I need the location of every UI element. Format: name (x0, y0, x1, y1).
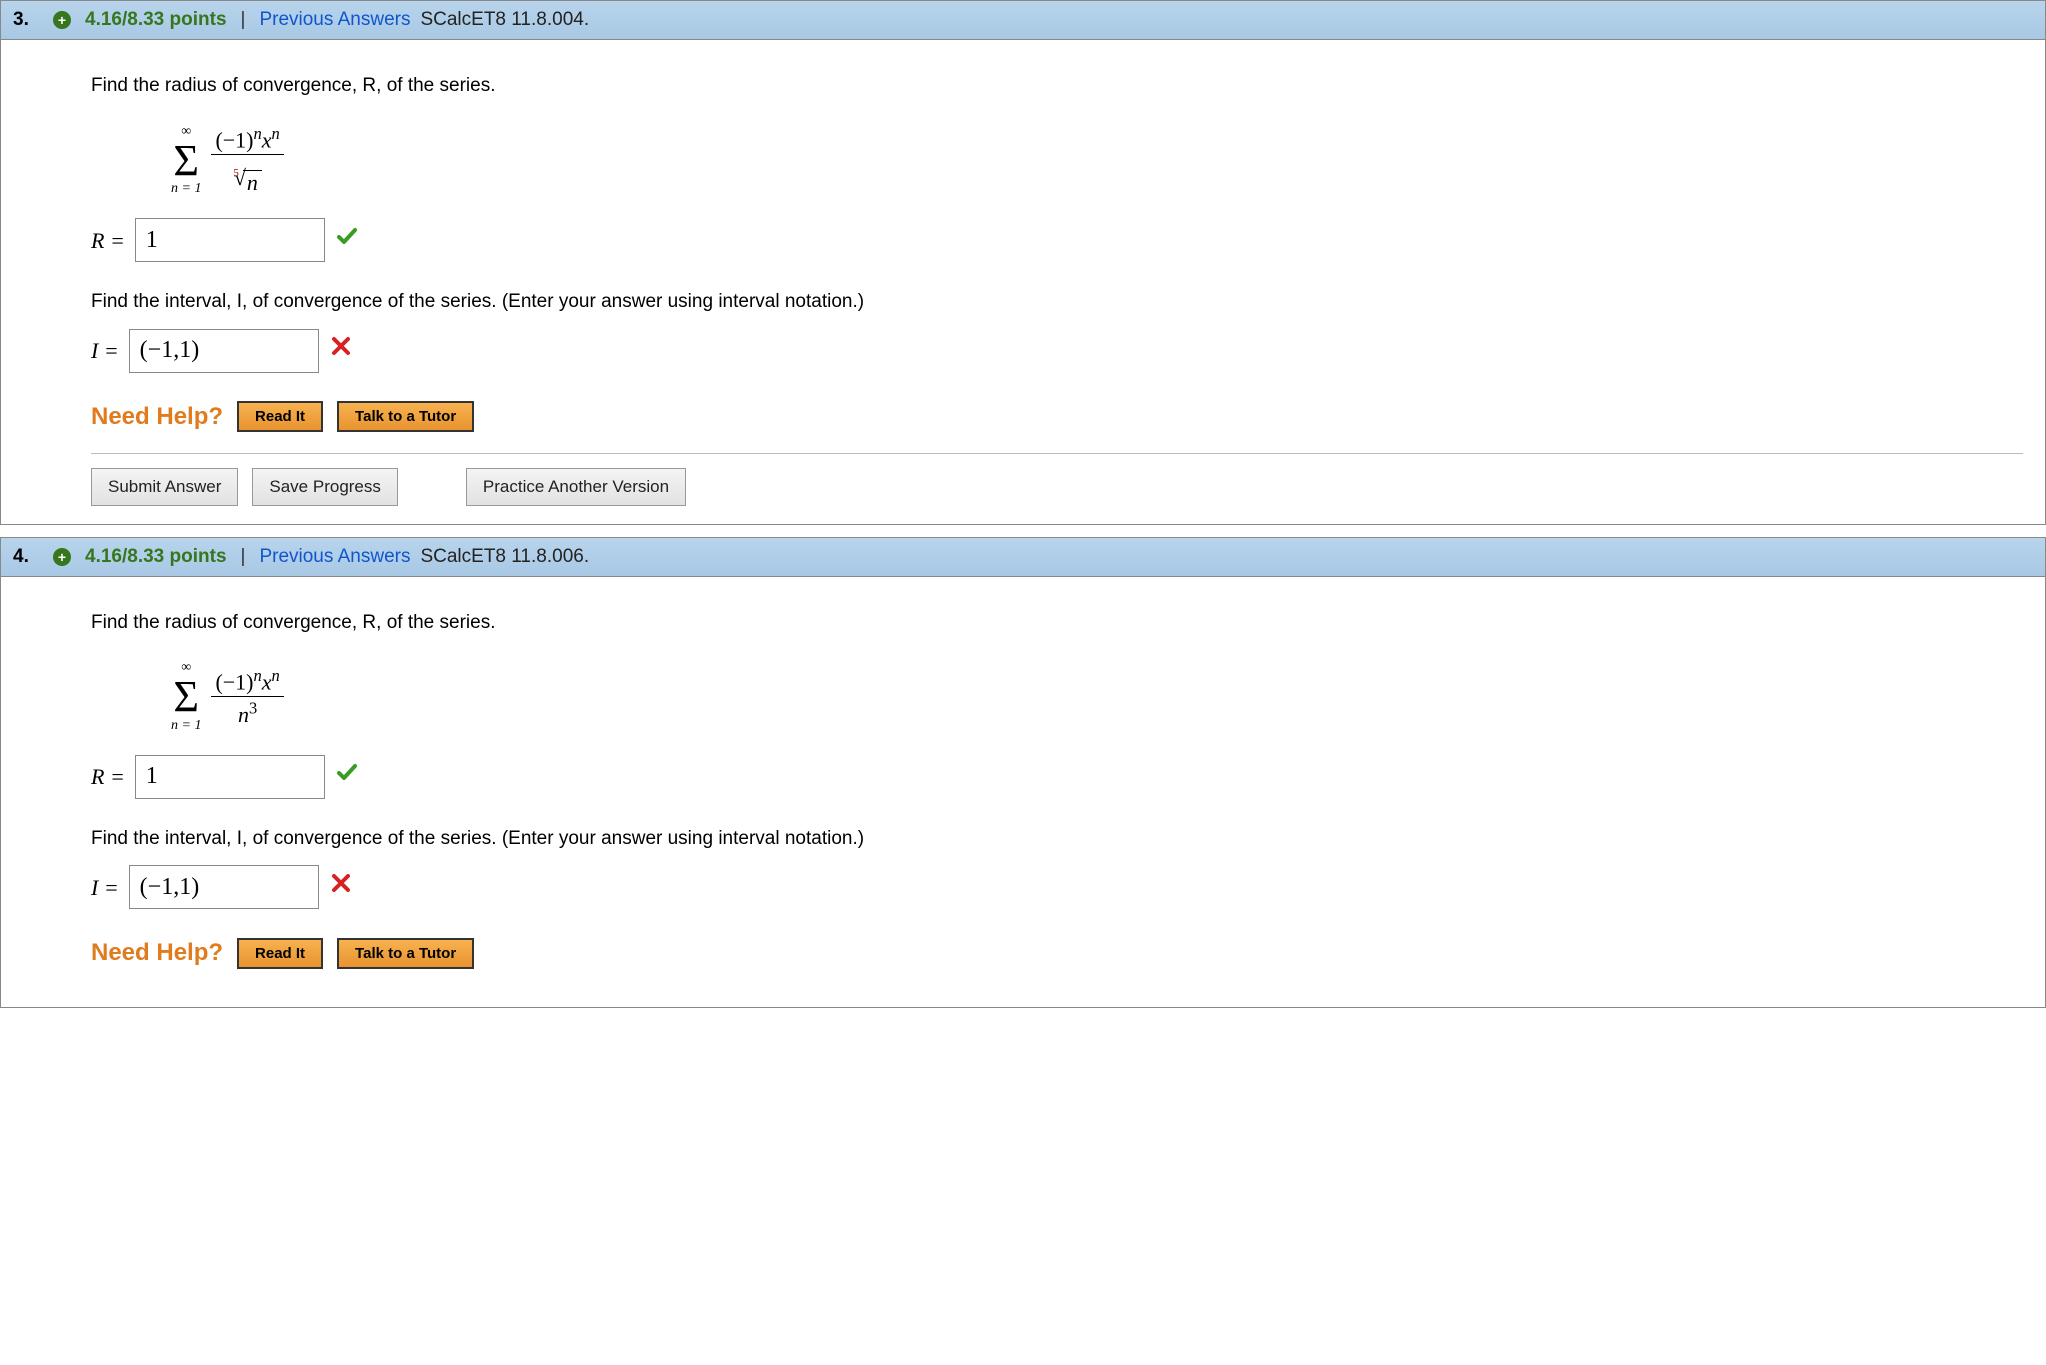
talk-to-tutor-button[interactable]: Talk to a Tutor (337, 938, 474, 969)
radius-label: R = (91, 760, 125, 793)
need-help-label: Need Help? (91, 935, 223, 971)
check-icon (335, 760, 359, 793)
series-expression: ∞Σn = 1(−1)nxn5√n (171, 111, 2023, 197)
question-body: Find the radius of convergence, R, of th… (1, 40, 2045, 524)
radius-answer-row: R = (91, 755, 2023, 799)
separator: | (241, 546, 246, 568)
previous-answers-link[interactable]: Previous Answers (259, 546, 410, 568)
prompt-interval: Find the interval, I, of convergence of … (91, 288, 2023, 317)
question-number: 4. (13, 546, 43, 568)
interval-answer-row: I = (91, 329, 2023, 373)
check-icon (335, 224, 359, 257)
practice-another-button[interactable]: Practice Another Version (466, 468, 686, 506)
interval-label: I = (91, 334, 119, 367)
radius-answer-row: R = (91, 218, 2023, 262)
talk-to-tutor-button[interactable]: Talk to a Tutor (337, 401, 474, 432)
question-header: 3. +4.16/8.33 points | Previous Answers SCal… (1, 1, 2045, 40)
question-header: 4. +4.16/8.33 points | Previous Answers SCal… (1, 538, 2045, 577)
interval-input[interactable] (129, 329, 319, 373)
radius-input[interactable] (135, 755, 325, 799)
points-label: 4.16/8.33 points (85, 546, 227, 568)
need-help-label: Need Help? (91, 399, 223, 435)
prompt-interval: Find the interval, I, of convergence of … (91, 825, 2023, 854)
previous-answers-link[interactable]: Previous Answers (259, 9, 410, 31)
cross-icon (329, 871, 353, 904)
read-it-button[interactable]: Read It (237, 401, 323, 432)
action-row: Submit Answer Save Progress Practice Anoth… (91, 453, 2023, 506)
save-progress-button[interactable]: Save Progress (252, 468, 398, 506)
source-reference: SCalcET8 11.8.004. (420, 9, 589, 31)
interval-input[interactable] (129, 865, 319, 909)
interval-label: I = (91, 871, 119, 904)
separator: | (241, 9, 246, 31)
expand-icon[interactable]: + (53, 11, 71, 29)
question-number: 3. (13, 9, 43, 31)
read-it-button[interactable]: Read It (237, 938, 323, 969)
source-reference: SCalcET8 11.8.006. (420, 546, 589, 568)
need-help-row: Need Help? Read It Talk to a Tutor (91, 399, 2023, 435)
question-block: 3. +4.16/8.33 points | Previous Answers SCal… (0, 0, 2046, 525)
question-body: Find the radius of convergence, R, of th… (1, 577, 2045, 1008)
prompt-radius: Find the radius of convergence, R, of th… (91, 72, 2023, 101)
radius-label: R = (91, 224, 125, 257)
submit-answer-button[interactable]: Submit Answer (91, 468, 238, 506)
prompt-radius: Find the radius of convergence, R, of th… (91, 609, 2023, 638)
cross-icon (329, 334, 353, 367)
expand-icon[interactable]: + (53, 548, 71, 566)
question-block: 4. +4.16/8.33 points | Previous Answers SCal… (0, 537, 2046, 1009)
radius-input[interactable] (135, 218, 325, 262)
interval-answer-row: I = (91, 865, 2023, 909)
series-expression: ∞Σn = 1(−1)nxnn3 (171, 647, 2023, 733)
points-label: 4.16/8.33 points (85, 9, 227, 31)
need-help-row: Need Help? Read It Talk to a Tutor (91, 935, 2023, 971)
